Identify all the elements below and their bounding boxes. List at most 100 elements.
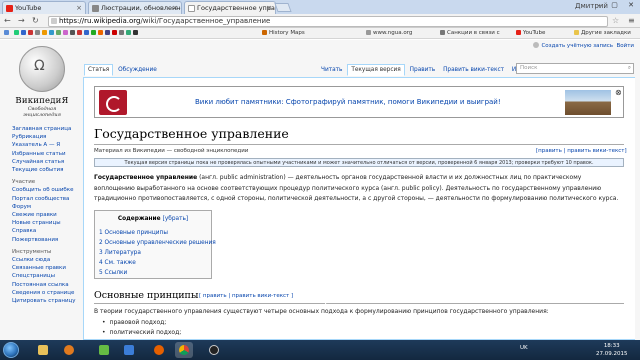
toc-header: Содержание [убрать] [95, 216, 211, 222]
close-icon[interactable]: ⊗ [615, 88, 622, 97]
lock-icon [51, 18, 57, 24]
tray-clock[interactable]: 18:33 27.09.2015 [596, 342, 628, 358]
sidebar-item-help[interactable]: Справка [12, 227, 82, 235]
login-link[interactable]: Войти [617, 43, 635, 49]
taskbar-app[interactable] [120, 342, 138, 358]
tab-youtube[interactable]: YouTube × [2, 1, 86, 14]
taskbar-app[interactable] [95, 342, 113, 358]
tab-wikipedia[interactable]: Государственное управ × [184, 1, 276, 14]
site-notice-banner[interactable]: Вики любит памятники: Сфотографируй памя… [94, 86, 624, 118]
toc-item[interactable]: 5 Ссылки [99, 268, 211, 278]
window-controls[interactable]: – ▢ ✕ [598, 1, 638, 9]
new-tab-button[interactable] [274, 3, 292, 12]
tab-read[interactable]: Читать [318, 65, 345, 75]
toc-item[interactable]: 2 Основные управленческие решения [99, 238, 216, 248]
toc-item[interactable]: 3 Литература [99, 248, 211, 258]
namespace-tabs: Статья Обсуждение [84, 64, 160, 76]
sidebar-item-forum[interactable]: Форум [12, 203, 82, 211]
sidebar-item-related[interactable]: Связанные правки [12, 264, 82, 272]
edit-link[interactable]: [править | править вики-текст] [536, 148, 627, 154]
taskbar-firefox[interactable] [150, 342, 168, 358]
tab-discussion[interactable]: Обсуждение [115, 65, 160, 75]
banner-text[interactable]: Вики любит памятники: Сфотографируй памя… [195, 98, 501, 106]
tab-lustration[interactable]: Люстрации, обновленне × [88, 1, 182, 14]
taskbar-chrome[interactable] [175, 342, 193, 358]
sidebar-item-special[interactable]: Спецстраницы [12, 272, 82, 280]
sidebar-item-featured[interactable]: Избранные статьи [12, 150, 82, 158]
sidebar-section-participation: Участие [12, 179, 36, 186]
obs-icon [209, 345, 219, 355]
bookmark-apps[interactable] [4, 28, 11, 38]
intro-bold: Государственное управление [94, 174, 198, 181]
toc-hide-link[interactable]: [убрать] [163, 216, 189, 222]
taskbar-obs[interactable] [205, 342, 223, 358]
edit-links: [править | править вики-текст] [536, 148, 627, 154]
section-divider [94, 303, 624, 304]
tab-edit[interactable]: Править [407, 65, 439, 75]
sidebar-item-rubric[interactable]: Рубрикация [12, 133, 82, 141]
sidebar-item-main[interactable]: Заглавная страница [12, 125, 82, 133]
sidebar-item-cite[interactable]: Цитировать страницу [12, 297, 82, 305]
tray-language[interactable]: UK [520, 345, 528, 351]
close-icon[interactable]: × [172, 2, 178, 14]
article-content: Вики любит памятники: Сфотографируй памя… [83, 77, 635, 340]
sidebar-item-permalink[interactable]: Постоянная ссылка [12, 281, 82, 289]
bookmark-other[interactable]: Другие закладки [574, 28, 631, 38]
search-icon[interactable]: ⌕ [628, 64, 631, 73]
sidebar-item-events[interactable]: Текущие события [12, 166, 82, 174]
sidebar-item-page-info[interactable]: Сведения о странице [12, 289, 82, 297]
address-bar[interactable]: https://ru.wikipedia.org/wiki/Государств… [48, 16, 608, 27]
list-item: правовой подход; [102, 319, 167, 326]
bookmark-sanctions[interactable]: Санкции в связи с [440, 28, 500, 38]
tab-edit-source[interactable]: Править вики-текст [440, 65, 507, 75]
menu-icon[interactable]: ≡ [628, 16, 635, 25]
revision-notice: Текущая версия страницы пока не проверял… [94, 158, 624, 167]
page-icon [440, 30, 445, 35]
page-icon [366, 30, 371, 35]
taskbar-explorer[interactable] [34, 342, 52, 358]
wiki-loves-monuments-logo [99, 90, 127, 115]
taskbar-media-player[interactable] [60, 342, 78, 358]
reload-icon[interactable]: ↻ [32, 16, 39, 26]
search-input[interactable]: Поиск ⌕ [516, 63, 634, 74]
back-arrow-icon[interactable]: ← [4, 16, 11, 26]
sidebar-item-recent[interactable]: Свежие правки [12, 211, 82, 219]
sidebar-item-links-here[interactable]: Ссылки сюда [12, 256, 82, 264]
view-tabs: Читать Текущая версия Править Править ви… [318, 64, 540, 76]
list-item: политический подход; [102, 329, 182, 336]
bookmark-star-icon[interactable]: ☆ [612, 16, 619, 25]
wikipedia-logo[interactable]: Ω ВикипедиЯ Свободная энциклопедия [12, 46, 72, 124]
app-icon [124, 345, 134, 355]
bookmark-history-maps[interactable]: History Maps [262, 28, 305, 38]
close-icon[interactable]: × [266, 2, 272, 14]
toc-item[interactable]: 1 Основные принципы [99, 228, 211, 238]
browser-tabstrip: YouTube × Люстрации, обновленне × Госуда… [0, 0, 640, 14]
tab-article[interactable]: Статья [84, 64, 114, 76]
toc-list: 1 Основные принципы 2 Основные управленч… [99, 228, 216, 278]
sidebar-item-new-pages[interactable]: Новые страницы [12, 219, 82, 227]
section-heading: Основные принципы [94, 290, 199, 301]
bookmarks-bar: History Maps www.ngua.org Санкции в связ… [0, 28, 640, 39]
close-icon[interactable]: × [76, 2, 82, 14]
page-subtitle: Материал из Википедии — свободной энцикл… [94, 148, 249, 154]
toc-item[interactable]: 4 См. также [99, 258, 211, 268]
bookmark-youtube[interactable]: YouTube [516, 28, 545, 38]
bookmark-ngua[interactable]: www.ngua.org [366, 28, 413, 38]
browser-toolbar: ← → ↻ https://ru.wikipedia.org/wiki/Госу… [0, 14, 640, 28]
section-edit-link[interactable]: [ править | править вики-текст ] [199, 293, 293, 299]
sidebar-item-community[interactable]: Портал сообщества [12, 195, 82, 203]
tab-current-version[interactable]: Текущая версия [347, 64, 405, 76]
page-title: Государственное управление [94, 126, 289, 141]
bookmark-label: www.ngua.org [373, 30, 413, 36]
sidebar-item-donate[interactable]: Пожертвования [12, 236, 82, 244]
youtube-icon [6, 5, 13, 12]
create-account-link[interactable]: Создать учётную запись [541, 43, 613, 49]
apps-icon [4, 30, 9, 35]
sidebar-item-index[interactable]: Указатель А — Я [12, 141, 82, 149]
sidebar-item-report[interactable]: Сообщить об ошибке [12, 186, 82, 194]
sidebar-item-random[interactable]: Случайная статья [12, 158, 82, 166]
forward-arrow-icon[interactable]: → [18, 16, 25, 26]
mouse-cursor [325, 298, 331, 306]
windows-start-icon[interactable] [3, 342, 19, 358]
map-icon [262, 30, 267, 35]
